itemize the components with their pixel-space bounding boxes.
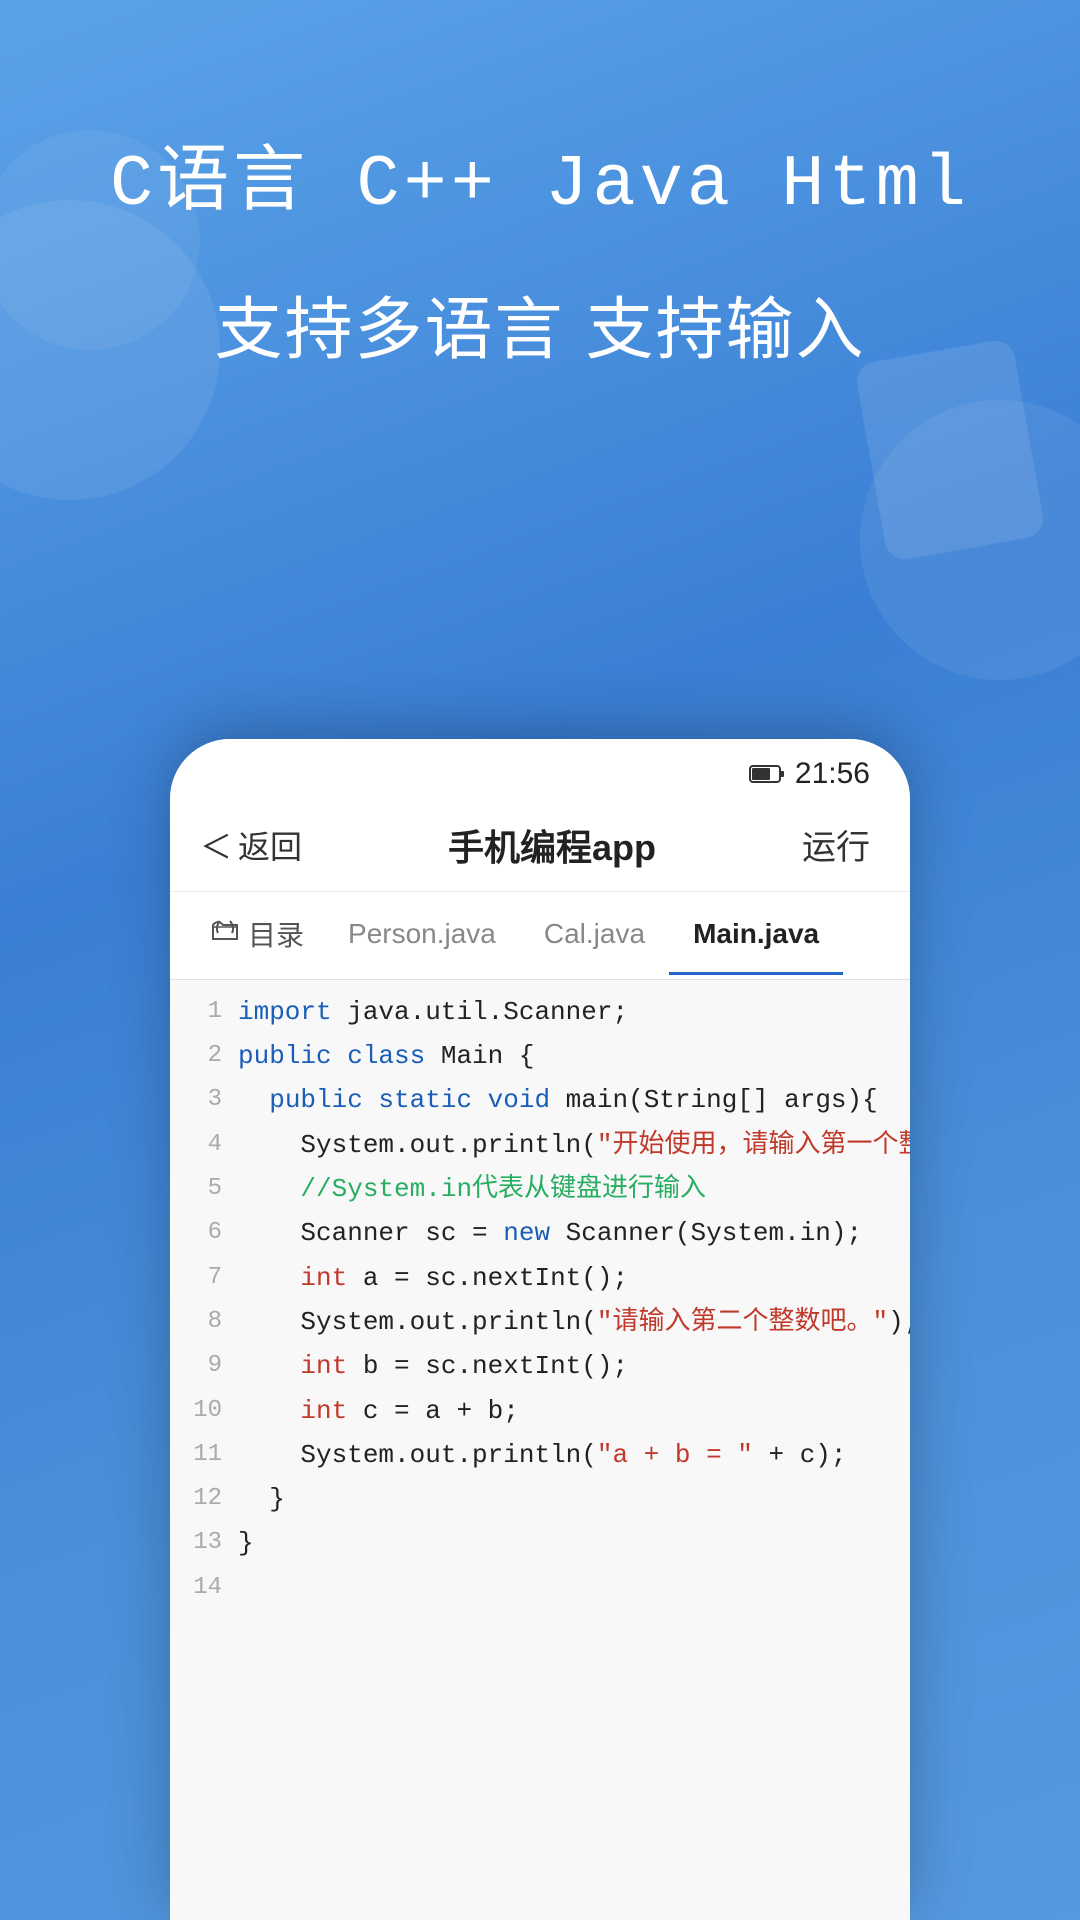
status-time: 21:56 (795, 757, 870, 791)
code-line-2: 2 public class Main { (170, 1034, 910, 1078)
app-header: ＜ 返回 手机编程app 运行 (170, 799, 910, 892)
battery-icon (749, 764, 785, 784)
editor-empty-space (170, 1610, 910, 1910)
tab-cal-java[interactable]: Cal.java (520, 896, 669, 975)
phone-container: 21:56 ＜ 返回 手机编程app 运行 (170, 739, 910, 1920)
tab-bar: 目录 Person.java Cal.java Main.java (170, 892, 910, 980)
directory-icon (210, 917, 240, 951)
code-line-13: 13 } (170, 1521, 910, 1565)
run-button[interactable]: 运行 (802, 820, 870, 869)
code-editor[interactable]: 1 import java.util.Scanner; 2 public cla… (170, 980, 910, 1920)
code-line-14: 14 (170, 1566, 910, 1610)
code-line-6: 6 Scanner sc = new Scanner(System.in); (170, 1211, 910, 1255)
tab-person-java[interactable]: Person.java (324, 896, 520, 975)
code-line-11: 11 System.out.println("a + b = " + c); (170, 1433, 910, 1477)
directory-button[interactable]: 目录 (190, 892, 324, 979)
subtitle: 支持多语言 支持输入 (80, 286, 1000, 374)
language-title: C语言 C++ Java Html (80, 120, 1000, 226)
status-bar: 21:56 (170, 739, 910, 799)
code-line-4: 4 System.out.println("开始使用，请输入第一个整数吧。"); (170, 1123, 910, 1167)
code-line-10: 10 int c = a + b; (170, 1389, 910, 1433)
phone-mockup: 21:56 ＜ 返回 手机编程app 运行 (170, 739, 910, 1920)
code-line-3: 3 public static void main(String[] args)… (170, 1078, 910, 1122)
code-line-12: 12 } (170, 1477, 910, 1521)
code-line-8: 8 System.out.println("请输入第二个整数吧。"); (170, 1300, 910, 1344)
tab-main-java[interactable]: Main.java (669, 896, 843, 975)
back-button[interactable]: ＜ 返回 (200, 822, 302, 868)
code-line-9: 9 int b = sc.nextInt(); (170, 1344, 910, 1388)
header-section: C语言 C++ Java Html 支持多语言 支持输入 (0, 0, 1080, 434)
directory-label: 目录 (248, 914, 304, 954)
app-title: 手机编程app (448, 819, 656, 871)
back-label: 返回 (238, 822, 302, 868)
code-line-1: 1 import java.util.Scanner; (170, 990, 910, 1034)
code-line-5: 5 //System.in代表从键盘进行输入 (170, 1167, 910, 1211)
code-line-7: 7 int a = sc.nextInt(); (170, 1256, 910, 1300)
content-wrapper: C语言 C++ Java Html 支持多语言 支持输入 21:56 ＜ (0, 0, 1080, 1920)
back-icon: ＜ (200, 822, 232, 868)
